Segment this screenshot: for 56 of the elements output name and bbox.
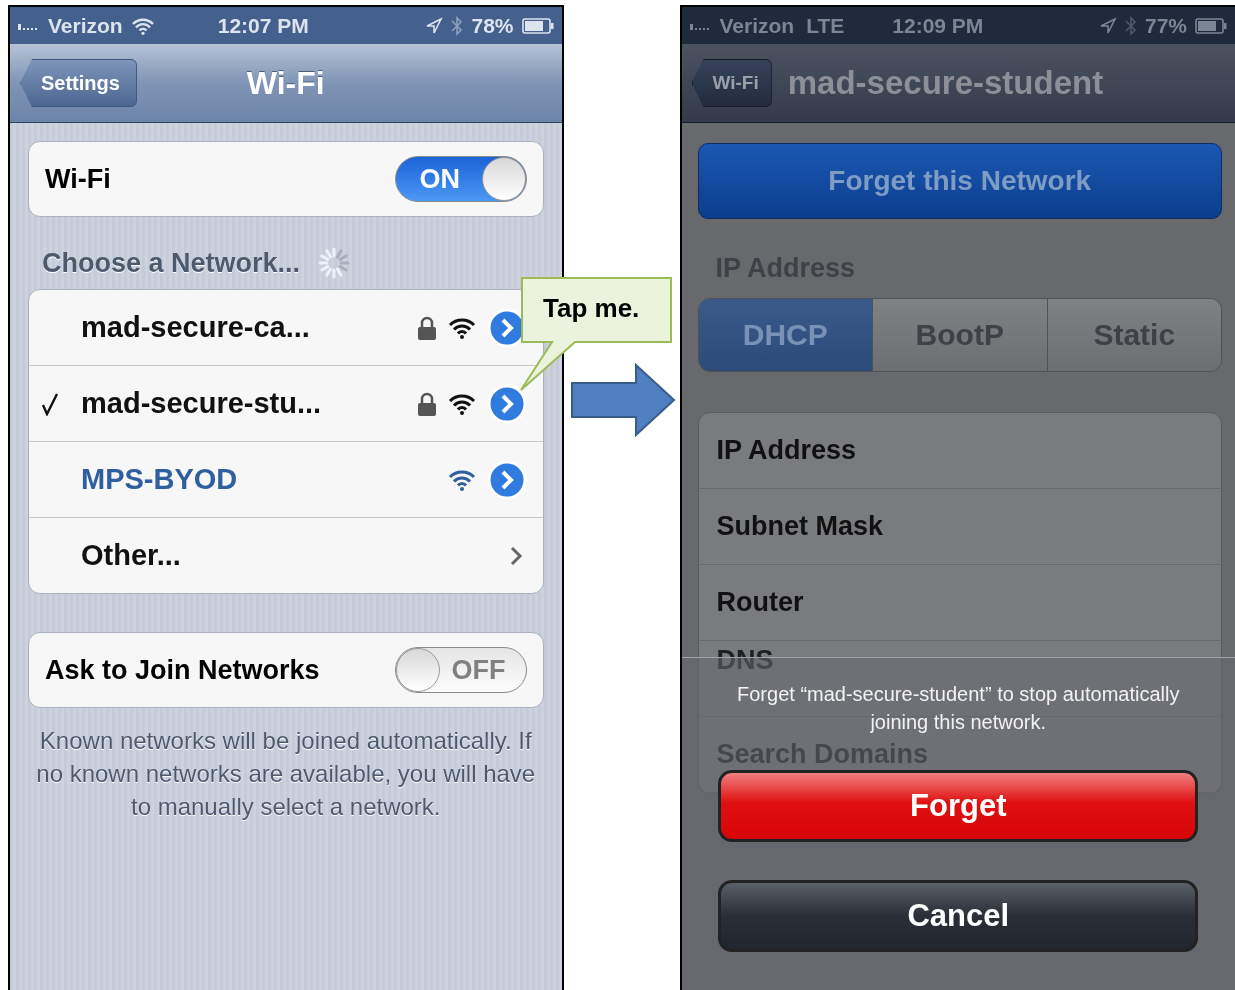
wifi-icon [446, 392, 477, 415]
bluetooth-icon [451, 15, 464, 36]
network-name: mad-secure-stu... [81, 387, 322, 420]
back-button[interactable]: Wi-Fi [691, 59, 772, 107]
battery-percent: 78% [471, 13, 514, 38]
field-label: Router [716, 587, 804, 618]
wifi-icon [446, 316, 477, 339]
toggle-state-text: OFF [451, 654, 506, 686]
network-row[interactable]: Other... [29, 518, 543, 593]
back-button[interactable]: Settings [20, 59, 137, 107]
battery-icon [1195, 17, 1227, 34]
signal-icon [18, 21, 40, 30]
battery-icon [521, 17, 554, 34]
footer-note: Known networks will be joined automatically. If no known networks are available, you will have to manually select a network. [35, 726, 537, 822]
chevron-right-icon [508, 544, 523, 567]
carrier-name: Verizon [48, 13, 123, 38]
battery-percent: 77% [1144, 13, 1187, 38]
sheet-message: Forget “mad-secure-student” to stop automatically joining this network. [736, 682, 1181, 735]
signal-icon [689, 21, 712, 30]
section-title: Choose a Network... [42, 247, 301, 279]
network-row[interactable]: mad-secure-stu... [29, 366, 543, 442]
setting-label: Wi-Fi [45, 163, 111, 195]
field-label: Subnet Mask [716, 511, 884, 542]
cancel-button[interactable]: Cancel [718, 880, 1199, 952]
detail-disclosure-button[interactable] [486, 459, 527, 500]
lock-icon [416, 314, 437, 341]
wifi-icon [130, 16, 155, 35]
forget-button[interactable]: Forget [718, 770, 1199, 842]
segment-tab[interactable]: DHCP [698, 299, 873, 371]
status-time: 12:09 PM [892, 13, 984, 38]
field-label: IP Address [716, 435, 857, 466]
wifi-icon [446, 468, 477, 491]
network-name: MPS-BYOD [81, 463, 238, 496]
network-name: Other... [81, 539, 181, 572]
location-arrow-icon [1098, 16, 1117, 35]
segment-tab[interactable]: BootP [873, 299, 1048, 371]
detail-disclosure-button[interactable] [486, 383, 527, 424]
segment-tab[interactable]: Static [1047, 299, 1221, 371]
forget-network-button[interactable]: Forget this Network [697, 143, 1222, 219]
callout-text: Tap me. [543, 293, 640, 324]
nav-title: Wi-Fi [246, 64, 325, 102]
nav-title: mad-secure-student [787, 64, 1104, 102]
location-arrow-icon [425, 16, 444, 35]
toggle-state-text: ON [419, 163, 460, 195]
field-label: DNS [716, 645, 774, 676]
checkmark-icon [41, 391, 59, 416]
lock-icon [416, 390, 437, 417]
bluetooth-icon [1124, 15, 1137, 36]
toggle-switch[interactable]: ON [394, 156, 527, 202]
network-row[interactable]: MPS-BYOD [29, 442, 543, 518]
carrier-name: Verizon [719, 13, 795, 38]
setting-label: Ask to Join Networks [45, 654, 320, 686]
status-time: 12:07 PM [217, 13, 309, 38]
network-name: mad-secure-ca... [81, 311, 310, 344]
toggle-switch[interactable]: OFF [394, 647, 527, 693]
network-type: LTE [806, 13, 845, 38]
